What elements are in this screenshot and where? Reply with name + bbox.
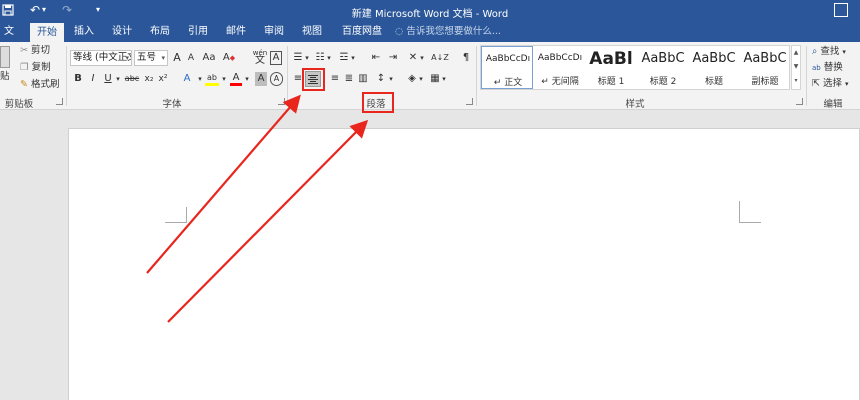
arrow-to-paragraph	[167, 119, 369, 323]
arrow-to-center-align	[146, 94, 301, 274]
annotation-arrows	[146, 94, 369, 323]
